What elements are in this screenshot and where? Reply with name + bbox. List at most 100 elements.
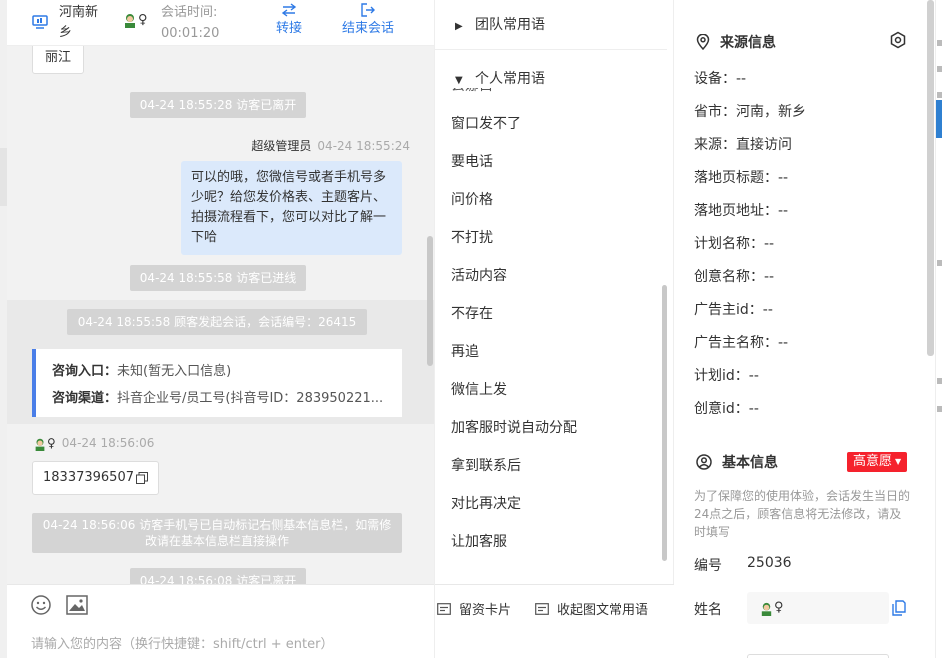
phrase-item[interactable]: 让加客服	[451, 532, 507, 552]
consult-channel-value: 抖音企业号/员工号(抖音号ID：283950221...	[117, 391, 384, 406]
end-session-label: 结束会话	[341, 21, 394, 36]
monitor-icon	[32, 15, 48, 29]
agent-message-meta: 超级管理员 04-24 18:55:24	[251, 137, 410, 154]
session-time-value: 00:01:20	[161, 26, 220, 41]
card-icon	[437, 602, 451, 615]
gender-female-icon: ♀	[47, 436, 56, 450]
copy-icon[interactable]	[135, 472, 148, 484]
right-edge-strip	[935, 0, 942, 658]
visitor-phone: 18337396507	[43, 470, 134, 485]
transfer-label: 转接	[275, 21, 302, 36]
basic-info-title: 基本信息	[696, 452, 778, 472]
phrase-list[interactable]: 丢娜白 窗口发不了 要电话 问价格 不打扰 活动内容 不存在 再追 微信上发 加…	[435, 88, 667, 584]
phrase-item[interactable]: 对比再决定	[451, 494, 521, 514]
customer-id-value: 25036	[747, 555, 792, 571]
logout-icon	[361, 3, 375, 17]
session-time-label: 会话时间:	[161, 5, 218, 20]
consult-channel-label: 咨询渠道：	[52, 391, 118, 406]
phrase-item[interactable]: 不打扰	[451, 228, 493, 248]
collapse-phrases-button[interactable]: 收起图文常用语	[535, 599, 648, 618]
visitor-avatar-icon	[125, 14, 135, 28]
info-row-advertiser-name: 广告主名称：--	[694, 335, 789, 351]
transfer-button[interactable]: 转接	[271, 3, 307, 39]
visitor-avatar-icon	[761, 602, 772, 616]
chat-input-area[interactable]: 请输入您的内容（换行快捷键：shift/ctrl + enter）	[7, 584, 434, 658]
info-row-province: 省市：河南，新乡	[694, 104, 806, 120]
transfer-icon	[281, 3, 297, 17]
info-row-creative-id: 创意id：--	[694, 401, 759, 417]
info-row-creative-name: 创意名称：--	[694, 269, 775, 285]
consult-entry-label: 咨询入口：	[52, 364, 118, 379]
info-row-device: 设备：--	[694, 71, 747, 87]
image-icon[interactable]	[66, 595, 88, 615]
system-message: 04-24 18:55:28 访客已离开	[130, 92, 306, 118]
agent-message-time: 04-24 18:55:24	[317, 139, 410, 153]
visitor-location: 河南新乡	[59, 5, 99, 40]
source-info-title: 来源信息	[696, 32, 776, 52]
chat-header: 河南新乡 ♀ 会话时间: 00:01:20 转接 结束会话	[7, 0, 434, 46]
phrase-scrollbar[interactable]	[662, 285, 667, 561]
phrase-item[interactable]: 窗口发不了	[451, 114, 521, 134]
visitor-avatar[interactable]: ♀	[122, 12, 148, 28]
lead-card-label: 留资卡片	[459, 603, 512, 618]
phrase-item[interactable]: 加客服时说自动分配	[451, 418, 577, 438]
chat-workbench: 河南新乡 ♀ 会话时间: 00:01:20 转接 结束会话 丽江 04-24 1…	[0, 0, 942, 658]
settings-icon[interactable]	[889, 31, 907, 49]
info-row-advertiser-id: 广告主id：--	[694, 302, 773, 318]
system-message: 04-24 18:56:08 访客已离开	[130, 568, 306, 584]
visitor-phone-message: 18337396507	[32, 461, 159, 495]
user-circle-icon	[696, 454, 712, 470]
system-message: 04-24 18:56:06 访客手机号已自动标记右侧基本信息栏，如需修改请在基…	[32, 513, 402, 553]
chat-panel: 河南新乡 ♀ 会话时间: 00:01:20 转接 结束会话 丽江 04-24 1…	[0, 0, 434, 658]
team-phrases-label: 团队常用语	[475, 17, 545, 33]
agent-message-bubble: 可以的哦，您微信号或者手机号多少呢？给您发价格表、主题客片、拍摄流程看下，您可以…	[181, 161, 402, 255]
chat-message-list[interactable]: 丽江 04-24 18:55:28 访客已离开 超级管理员 04-24 18:55…	[7, 46, 434, 584]
caret-right-icon: ▶	[455, 21, 463, 32]
gender-female-icon: ♀	[138, 12, 148, 28]
phrase-panel: ▶团队常用语 ▼个人常用语 丢娜白 窗口发不了 要电话 问价格 不打扰 活动内容…	[434, 0, 675, 658]
customer-name-field[interactable]: ♀	[747, 592, 889, 624]
phrase-item[interactable]: 要电话	[451, 152, 493, 172]
end-session-button[interactable]: 结束会话	[337, 3, 399, 39]
phrase-item[interactable]: 不存在	[451, 304, 493, 324]
left-edge-strip	[0, 0, 7, 658]
info-row-source: 来源：直接访问	[694, 137, 792, 153]
consult-entry-value: 未知(暂无入口信息)	[117, 364, 232, 379]
team-phrases-toggle[interactable]: ▶ 团队常用语	[435, 0, 667, 50]
agent-name: 超级管理员	[251, 139, 312, 153]
message-input[interactable]: 请输入您的内容（换行快捷键：shift/ctrl + enter）	[31, 633, 334, 652]
next-field-input[interactable]	[747, 654, 889, 658]
customer-name-label: 姓名	[694, 602, 722, 618]
customer-info-panel: 来源信息 设备：-- 省市：河南，新乡 来源：直接访问 落地页标题：-- 落地页…	[674, 0, 928, 658]
intent-level-dropdown[interactable]: 高意愿 ▼	[847, 452, 908, 472]
phrase-item[interactable]: 微信上发	[451, 380, 507, 400]
info-row-plan-name: 计划名称：--	[694, 236, 775, 252]
phrase-item[interactable]: 拿到联系后	[451, 456, 521, 476]
phrase-item[interactable]: 再追	[451, 342, 479, 362]
lead-card-button[interactable]: 留资卡片	[437, 599, 511, 618]
visitor-message-meta: ♀ 04-24 18:56:06	[33, 436, 154, 451]
caret-down-icon: ▼	[895, 457, 902, 466]
phrase-item[interactable]: 问价格	[451, 190, 493, 210]
chat-scrollbar[interactable]	[427, 236, 433, 366]
copy-name-icon[interactable]	[892, 600, 906, 616]
card-icon	[535, 602, 549, 615]
edit-notice: 为了保障您的使用体验，会话发生当日的24点之后，顾客信息将无法修改，请及时填写	[694, 489, 911, 539]
system-message: 04-24 18:55:58 顾客发起会话，会话编号：26415	[67, 309, 367, 335]
customer-id-label: 编号	[694, 558, 722, 574]
info-panel-scrollbar[interactable]	[927, 0, 934, 356]
location-pin-icon	[696, 34, 710, 50]
gender-female-icon: ♀	[774, 600, 784, 615]
info-row-plan-id: 计划id：--	[694, 368, 759, 384]
message-bubble-top: 丽江	[32, 46, 85, 74]
phrase-item[interactable]: 活动内容	[451, 266, 507, 286]
personal-phrases-label: 个人常用语	[475, 71, 545, 87]
consult-info-card: 咨询入口：未知(暂无入口信息) 咨询渠道：抖音企业号/员工号(抖音号ID：283…	[32, 349, 402, 417]
phrase-item[interactable]: 丢娜白	[451, 88, 493, 96]
visitor-message-time: 04-24 18:56:06	[61, 436, 155, 450]
emoji-icon[interactable]	[30, 594, 52, 616]
visitor-avatar-icon	[35, 438, 45, 451]
collapse-phrases-label: 收起图文常用语	[557, 603, 649, 618]
info-row-landing-url: 落地页地址：--	[694, 203, 789, 219]
info-row-landing-title: 落地页标题：--	[694, 170, 789, 186]
